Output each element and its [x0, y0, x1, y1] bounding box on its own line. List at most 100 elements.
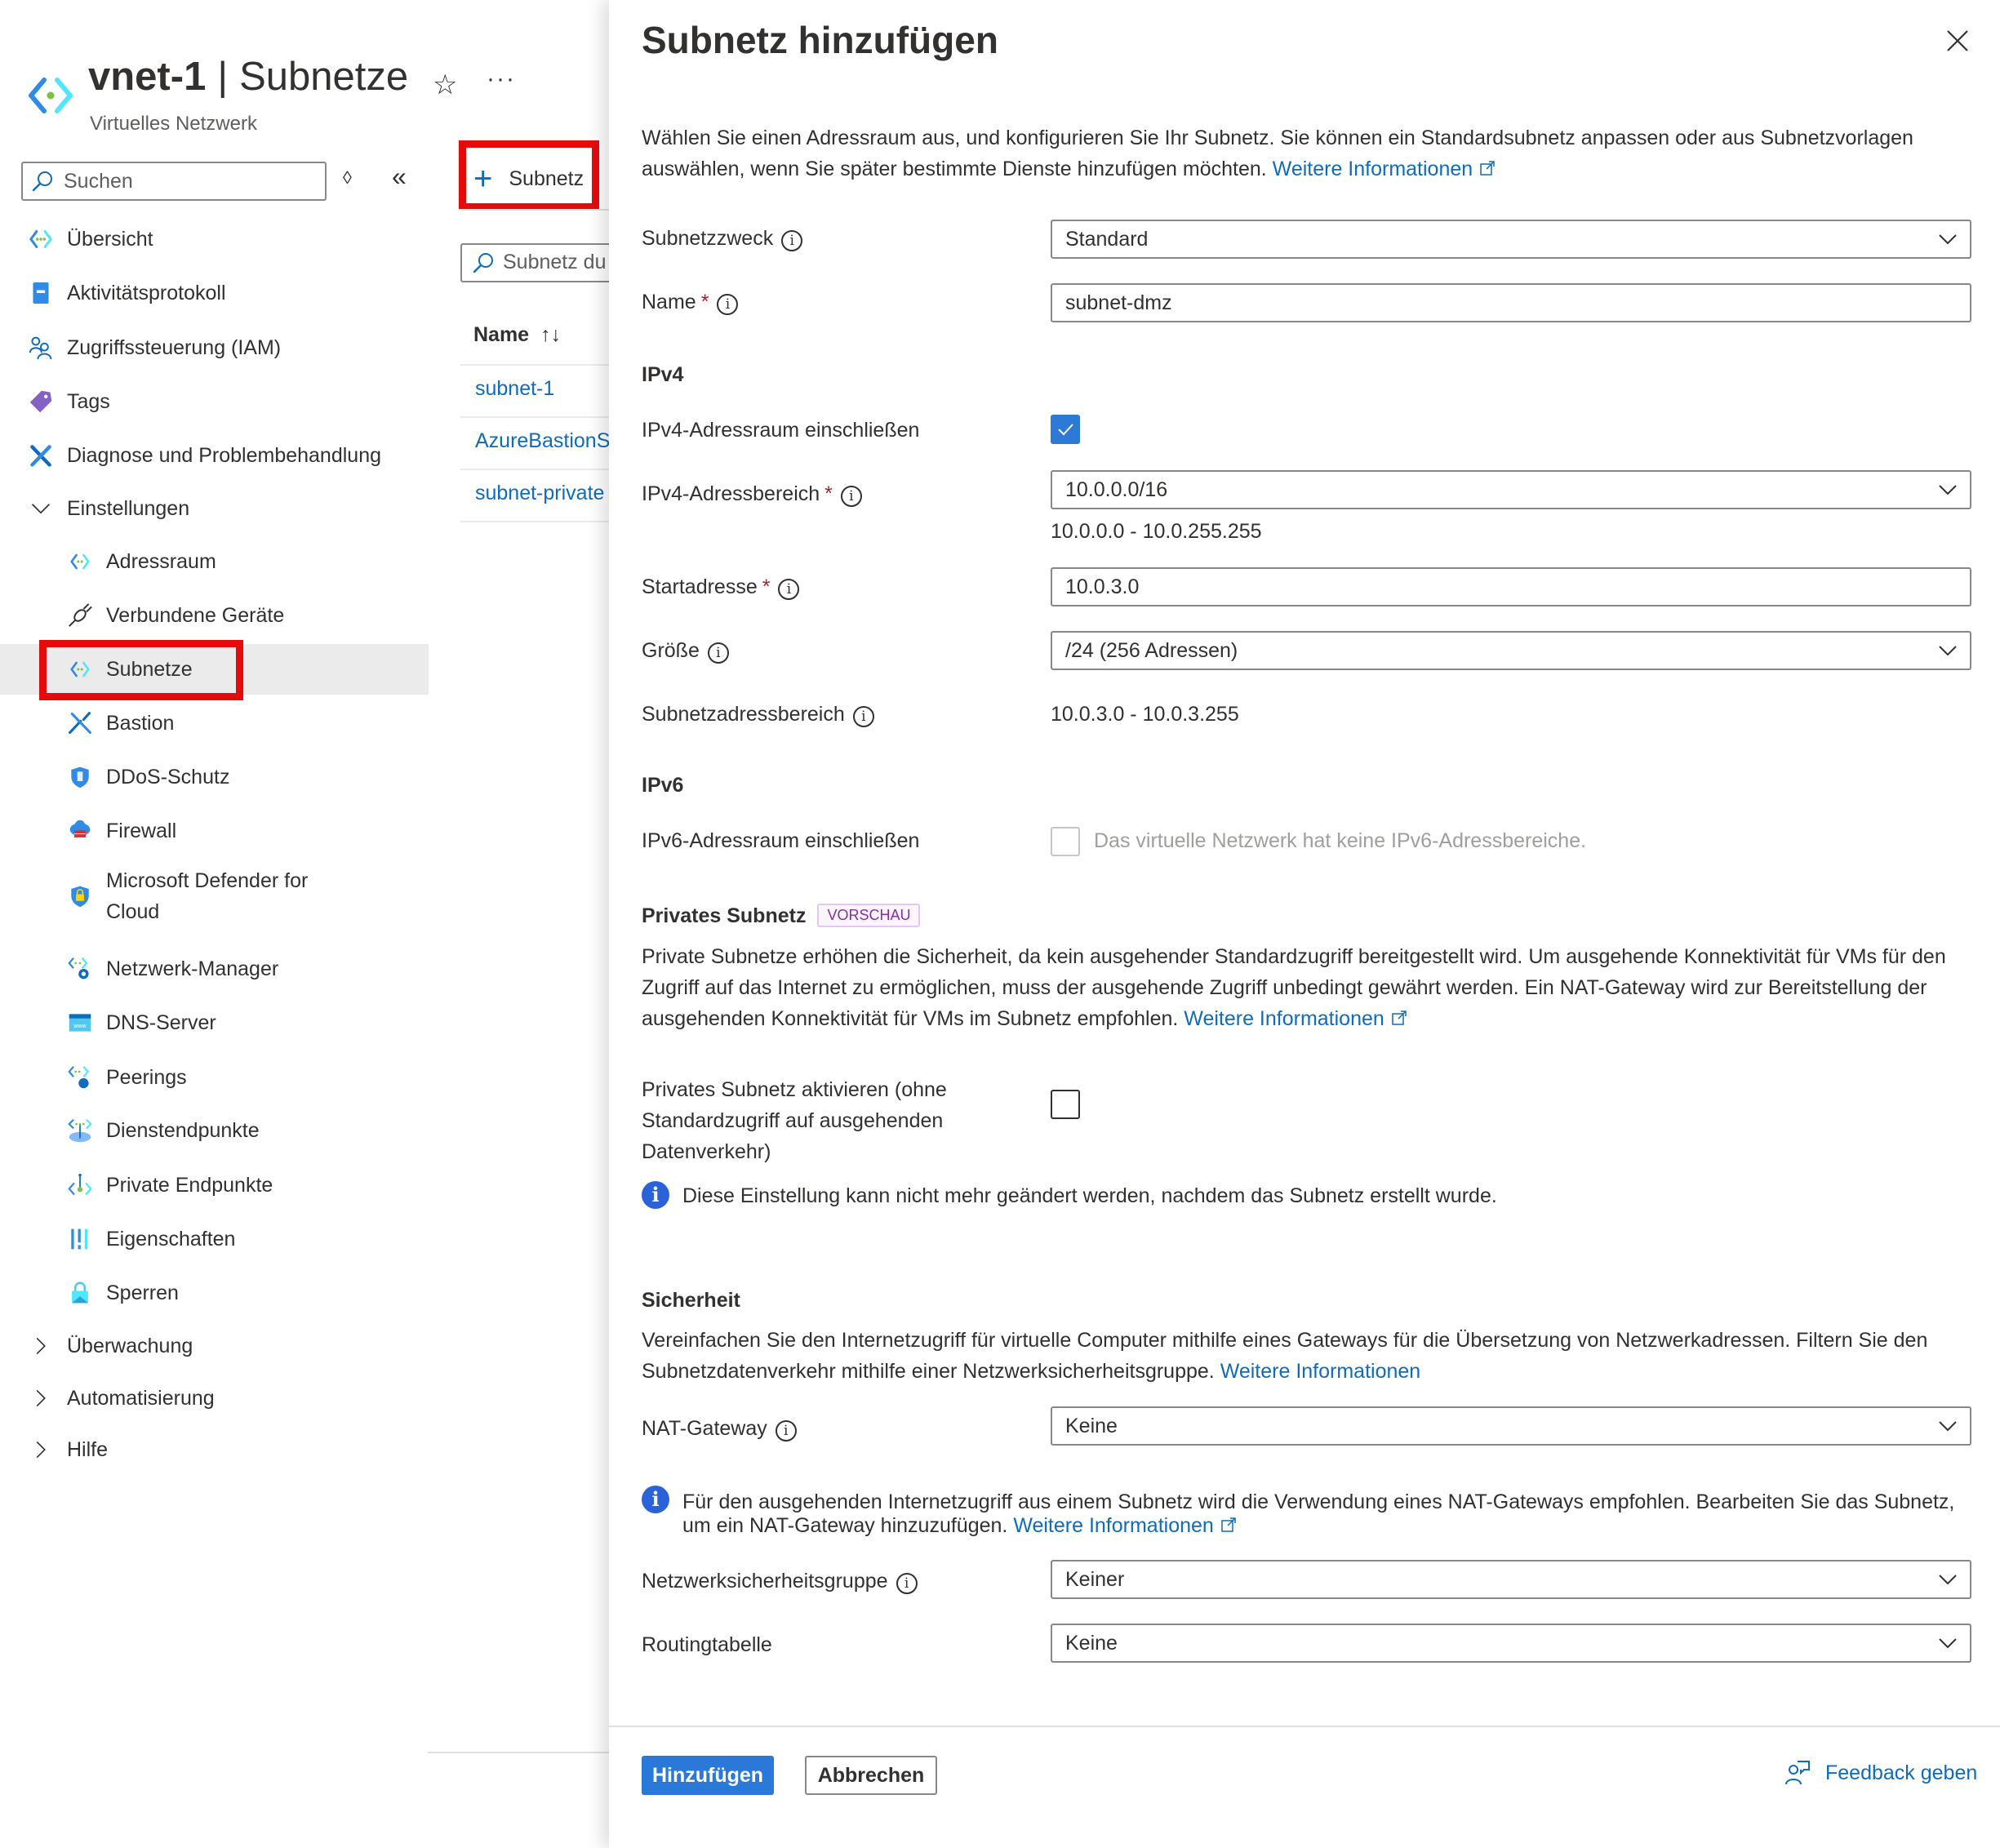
- subnet-filter-input[interactable]: Subnetz du: [460, 243, 624, 282]
- wrench-icon: [27, 442, 55, 469]
- sidebar-item-label: Sperren: [106, 1281, 179, 1304]
- sidebar-item-microsoft-defender-for-cloud[interactable]: Microsoft Defender for Cloud: [0, 860, 429, 933]
- info-icon[interactable]: i: [852, 706, 874, 727]
- subnet-range-label: Subnetzadressbereich i: [642, 703, 874, 727]
- info-icon[interactable]: i: [778, 579, 800, 600]
- size-dropdown[interactable]: /24 (256 Adressen): [1051, 631, 1971, 670]
- sidebar-item-netzwerk-manager[interactable]: Netzwerk-Manager: [0, 944, 429, 994]
- nsg-dropdown[interactable]: Keiner: [1051, 1560, 1971, 1599]
- size-value: /24 (256 Adressen): [1065, 639, 1238, 662]
- ipv4-include-checkbox[interactable]: [1051, 415, 1080, 444]
- sidebar-item-label: Eigenschaften: [106, 1227, 236, 1251]
- chevron-down-icon: [1939, 234, 1957, 245]
- sidebar-item-zugriffssteuerung-iam[interactable]: Zugriffssteuerung (IAM): [0, 322, 429, 373]
- chevron-right-icon: [27, 1332, 55, 1360]
- subnet-link[interactable]: AzureBastionS: [475, 429, 609, 453]
- sidebar-item-label: Microsoft Defender for Cloud: [106, 869, 309, 923]
- sidebar-item-verbundene-geräte[interactable]: Verbundene Geräte: [0, 590, 429, 641]
- info-icon[interactable]: i: [775, 1420, 797, 1442]
- sidebar-item-label: Verbundene Geräte: [106, 603, 285, 627]
- private-subnet-enable-checkbox[interactable]: [1051, 1090, 1080, 1119]
- sidebar-item-dienstendpunkte[interactable]: Dienstendpunkte: [0, 1105, 429, 1156]
- private-subnet-enable-label: Privates Subnetz aktivieren (ohne Standa…: [642, 1078, 947, 1163]
- subnet-link[interactable]: subnet-private: [475, 482, 604, 505]
- sidebar-item-übersicht[interactable]: Übersicht: [0, 214, 429, 264]
- private-endpoint-icon: [66, 1171, 94, 1199]
- subnet-link[interactable]: subnet-1: [475, 377, 554, 401]
- start-address-input[interactable]: 10.0.3.0: [1051, 567, 1971, 606]
- favorite-star-icon[interactable]: ☆: [433, 69, 457, 101]
- ipv4-include-label: IPv4-Adressraum einschließen: [642, 419, 920, 442]
- ipv6-include-checkbox[interactable]: [1051, 827, 1080, 856]
- more-options-icon[interactable]: ···: [487, 65, 516, 93]
- ipv6-include-label: IPv6-Adressraum einschließen: [642, 829, 920, 852]
- sidebar-item-label: Diagnose und Problembehandlung: [67, 443, 382, 467]
- expand-collapse-all-icon[interactable]: ◊: [343, 167, 352, 189]
- sidebar-item-adressraum[interactable]: Adressraum: [0, 536, 429, 587]
- sidebar-item-überwachung[interactable]: Überwachung: [0, 1321, 429, 1371]
- name-label: Name * i: [642, 291, 739, 315]
- panel-intro: Wählen Sie einen Adressraum aus, und kon…: [642, 122, 1980, 184]
- name-input[interactable]: subnet-dmz: [1051, 283, 1971, 322]
- name-column-label: Name: [473, 323, 530, 346]
- sidebar-item-ddos-schutz[interactable]: DDoS-Schutz: [0, 752, 429, 802]
- sidebar-item-hilfe[interactable]: Hilfe: [0, 1424, 429, 1475]
- nat-learn-more-link[interactable]: Weitere Informationen: [1013, 1514, 1237, 1537]
- sidebar-item-peerings[interactable]: Peerings: [0, 1052, 429, 1103]
- sidebar-item-firewall[interactable]: Firewall: [0, 806, 429, 856]
- ipv6-disabled-text: Das virtuelle Netzwerk hat keine IPv6-Ad…: [1094, 829, 1587, 852]
- search-icon: [473, 253, 493, 273]
- sidebar-item-tags[interactable]: Tags: [0, 376, 429, 427]
- start-address-label: Startadresse * i: [642, 575, 800, 600]
- sidebar-item-private-endpunkte[interactable]: Private Endpunkte: [0, 1160, 429, 1211]
- feedback-link[interactable]: Feedback geben: [1784, 1760, 1977, 1786]
- nat-gateway-dropdown[interactable]: Keine: [1051, 1406, 1971, 1446]
- nat-gateway-note-text: Für den ausgehenden Internetzugriff aus …: [682, 1490, 1955, 1537]
- sidebar-item-einstellungen[interactable]: Einstellungen: [0, 483, 429, 534]
- cancel-button[interactable]: Abbrechen: [805, 1756, 937, 1795]
- name-column-header[interactable]: Name ↑↓: [473, 323, 561, 347]
- sidebar-item-dns-server[interactable]: www DNS-Server: [0, 997, 429, 1048]
- add-subnet-button[interactable]: + Subnetz: [473, 159, 584, 198]
- sidebar-item-bastion[interactable]: Bastion: [0, 698, 429, 749]
- intro-learn-more-link[interactable]: Weitere Informationen: [1273, 158, 1496, 180]
- private-subnet-note: Diese Einstellung kann nicht mehr geände…: [682, 1184, 1497, 1207]
- info-icon[interactable]: i: [707, 642, 729, 664]
- nsg-label: Netzwerksicherheitsgruppe i: [642, 1570, 918, 1594]
- info-icon[interactable]: i: [781, 230, 803, 251]
- sidebar-item-sperren[interactable]: Sperren: [0, 1268, 429, 1318]
- info-icon[interactable]: i: [896, 1573, 918, 1594]
- ipv4-heading: IPv4: [642, 363, 684, 386]
- title-separator: |: [217, 55, 229, 99]
- sidebar-item-label: Einstellungen: [67, 496, 190, 520]
- info-icon[interactable]: i: [840, 486, 862, 507]
- sidebar-item-aktivitätsprotokoll[interactable]: Aktivitätsprotokoll: [0, 268, 429, 318]
- collapse-sidebar-icon[interactable]: «: [392, 162, 407, 192]
- properties-icon: [66, 1225, 94, 1253]
- sidebar-item-subnetze[interactable]: Subnetze: [0, 644, 429, 695]
- sidebar-item-automatisierung[interactable]: Automatisierung: [0, 1373, 429, 1424]
- svg-text:www: www: [73, 1024, 87, 1029]
- ipv4-range-label-text: IPv4-Adressbereich: [642, 482, 820, 505]
- panel-title: Subnetz hinzufügen: [642, 19, 998, 61]
- ipv4-range-dropdown[interactable]: 10.0.0.0/16: [1051, 470, 1971, 509]
- ddos-shield-icon: [66, 763, 94, 791]
- add-button[interactable]: Hinzufügen: [642, 1756, 774, 1795]
- sort-icon[interactable]: ↑↓: [540, 323, 561, 346]
- sidebar-search-input[interactable]: Suchen: [21, 162, 327, 201]
- start-address-label-text: Startadresse: [642, 575, 758, 598]
- sidebar-item-diagnose-und-problembehandlung[interactable]: Diagnose und Problembehandlung: [0, 430, 429, 481]
- sidebar-item-label: Zugriffssteuerung (IAM): [67, 335, 282, 359]
- subnet-purpose-dropdown[interactable]: Standard: [1051, 220, 1971, 259]
- security-learn-more-link[interactable]: Weitere Informationen: [1220, 1360, 1421, 1383]
- route-table-dropdown[interactable]: Keine: [1051, 1624, 1971, 1663]
- subnet-range-value: 10.0.3.0 - 10.0.3.255: [1051, 703, 1239, 726]
- close-icon[interactable]: [1941, 24, 1974, 57]
- info-icon[interactable]: i: [717, 294, 739, 315]
- start-address-value: 10.0.3.0: [1065, 575, 1140, 598]
- sidebar-item-eigenschaften[interactable]: Eigenschaften: [0, 1214, 429, 1264]
- activity-log-icon: [27, 279, 55, 307]
- name-label-text: Name: [642, 291, 696, 313]
- private-subnet-learn-more-link[interactable]: Weitere Informationen: [1184, 1007, 1407, 1030]
- add-subnet-panel: Subnetz hinzufügen Wählen Sie einen Adre…: [609, 0, 2000, 1848]
